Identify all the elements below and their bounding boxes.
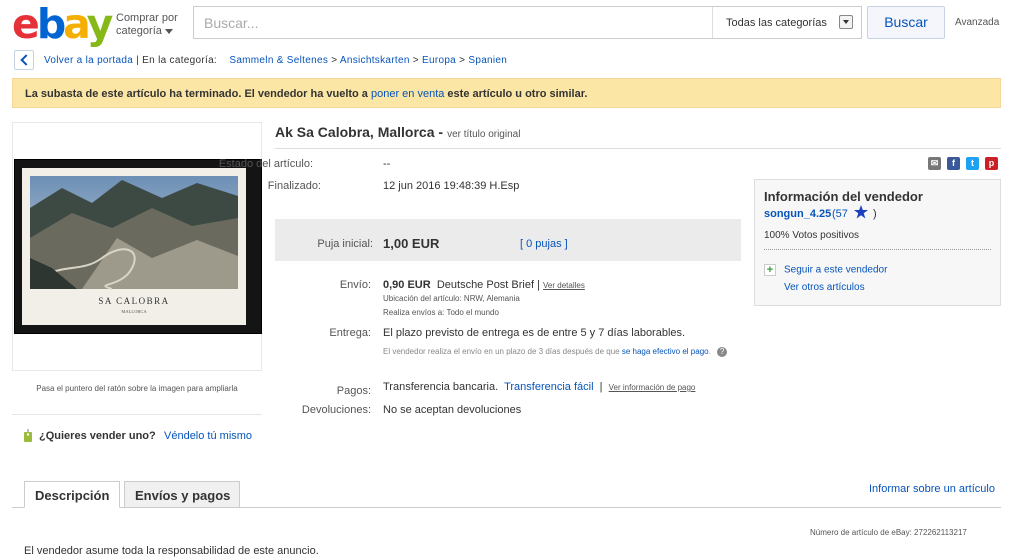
divider	[764, 249, 991, 250]
chevron-down-icon	[164, 28, 173, 34]
breadcrumb-chevron: >	[412, 55, 422, 66]
payments-value: Transferencia bancaria.	[383, 381, 499, 393]
search-input[interactable]	[194, 7, 712, 38]
search-button[interactable]: Buscar	[867, 6, 945, 39]
condition-label: Estado del artículo:	[218, 158, 313, 170]
seller-responsibility-note: El vendedor asume toda la responsabilida…	[24, 545, 319, 557]
category-select-value: Todas las categorías	[726, 17, 827, 29]
dropdown-arrow-icon	[839, 15, 853, 29]
facebook-icon[interactable]: f	[947, 157, 960, 170]
shipping-details-link[interactable]: Ver detalles	[543, 281, 585, 290]
feedback-score-link[interactable]: (57	[832, 208, 848, 220]
sell-question: ¿Quieres vender uno?	[39, 430, 156, 442]
postcard-caption: SA CALOBRA	[98, 296, 169, 306]
delivery-note-end: .	[708, 347, 711, 356]
star-icon	[854, 205, 868, 219]
shipping-service: Deutsche Post Brief |	[436, 279, 540, 291]
divider	[275, 148, 1001, 149]
payment-effective-link[interactable]: se haga efectivo el pago	[622, 347, 709, 356]
logo-letter-e: e	[12, 0, 40, 48]
mountain-landscape-image: SA CALOBRA MALLORCA	[30, 176, 238, 314]
sell-it-link[interactable]: Véndelo tú mismo	[164, 430, 252, 442]
ebay-logo[interactable]: ebay	[12, 0, 114, 48]
breadcrumb-chevron: >	[331, 55, 340, 66]
shop-by-category-label: Comprar por	[116, 12, 178, 24]
condition-value: --	[383, 158, 391, 170]
ended-value: 12 jun 2016 19:48:39 H.Esp	[383, 180, 520, 192]
seller-info-heading: Información del vendedor	[764, 189, 923, 204]
pinterest-icon[interactable]: p	[985, 157, 998, 170]
follow-seller-button[interactable]: + Seguir a este vendedor	[764, 264, 887, 276]
shop-by-category-label-2: categoría	[116, 25, 162, 37]
twitter-icon[interactable]: t	[966, 157, 979, 170]
auction-ended-banner: La subasta de este artículo ha terminado…	[12, 78, 1001, 108]
breadcrumb-category-label: En la categoría:	[142, 55, 218, 66]
email-icon[interactable]: ✉	[928, 157, 941, 170]
delivery-value: El plazo previsto de entrega es de entre…	[383, 327, 686, 339]
returns-value: No se aceptan devoluciones	[383, 404, 522, 416]
delivery-note: El vendedor realiza el envío en un plazo…	[383, 343, 733, 360]
item-number: Número de artículo de eBay: 272262113217	[810, 528, 967, 537]
breadcrumb-item[interactable]: Spanien	[468, 55, 507, 66]
logo-letter-y: y	[86, 0, 114, 48]
start-bid-value: 1,00 EUR	[383, 236, 440, 251]
report-item-link[interactable]: Informar sobre un artículo	[869, 483, 995, 495]
breadcrumb-item[interactable]: Ansichtskarten	[340, 55, 410, 66]
banner-text-end: este artículo u otro similar.	[444, 88, 588, 100]
shipping-label: Envío:	[339, 279, 371, 291]
breadcrumb: Volver a la portada | En la categoría: S…	[44, 55, 507, 67]
breadcrumb-item[interactable]: Europa	[422, 55, 456, 66]
item-location: Ubicación del artículo: NRW, Alemania	[383, 294, 520, 303]
follow-seller-label: Seguir a este vendedor	[784, 264, 888, 276]
payment-info-link[interactable]: Ver información de pago	[609, 383, 696, 392]
positive-feedback: 100% Votos positivos	[764, 230, 860, 241]
logo-letter-a: a	[63, 0, 89, 48]
item-title: Ak Sa Calobra, Mallorca - ver título orig…	[275, 124, 520, 140]
ended-label: Finalizado:	[267, 180, 321, 192]
other-items-link[interactable]: Ver otros artículos	[784, 282, 865, 293]
postcard: SA CALOBRA MALLORCA	[22, 168, 246, 325]
category-select[interactable]: Todas las categorías	[712, 7, 861, 38]
sell-one-box: ¿Quieres vender uno? Véndelo tú mismo	[12, 414, 262, 452]
delivery-label: Entrega:	[329, 327, 371, 339]
delivery-note-text: El vendedor realiza el envío en un plazo…	[383, 347, 620, 356]
shipping-price: 0,90 EUR	[383, 279, 431, 291]
banner-text: La subasta de este artículo ha terminado…	[25, 88, 371, 100]
payments-row: Transferencia bancaria. Transferencia fá…	[383, 381, 695, 393]
shipping-row: 0,90 EUR Deutsche Post Brief | Ver detal…	[383, 279, 585, 291]
relist-link[interactable]: poner en venta	[371, 88, 444, 100]
advanced-search-link[interactable]: Avanzada	[955, 17, 999, 28]
search-bar: Todas las categorías	[193, 6, 862, 39]
start-bid-label: Puja inicial:	[317, 238, 373, 250]
ships-to: Realiza envíos a: Todo el mundo	[383, 308, 499, 317]
tab-shipping-payments[interactable]: Envíos y pagos	[124, 481, 240, 508]
seller-info-box: Información del vendedor songun_4.25 (57…	[754, 179, 1001, 306]
logo-letter-b: b	[36, 0, 66, 48]
breadcrumb-chevron: >	[459, 55, 469, 66]
payments-separator: |	[599, 381, 603, 393]
info-icon[interactable]: ?	[717, 346, 728, 357]
back-arrow-icon[interactable]	[14, 50, 34, 70]
feedback-close: )	[873, 208, 877, 220]
back-to-home-link[interactable]: Volver a la portada	[44, 55, 133, 66]
returns-label: Devoluciones:	[301, 404, 371, 416]
plus-icon: +	[764, 264, 776, 276]
zoom-hint: Pasa el puntero del ratón sobre la image…	[36, 384, 238, 393]
seller-name-link[interactable]: songun_4.25	[764, 208, 831, 220]
payments-label: Pagos:	[336, 385, 371, 397]
shop-by-category-button[interactable]: Comprar por categoría	[116, 12, 178, 38]
item-title-text: Ak Sa Calobra, Mallorca -	[275, 124, 444, 140]
postcard-subcaption: MALLORCA	[121, 309, 147, 314]
tab-description[interactable]: Descripción	[24, 481, 120, 508]
easy-transfer-link[interactable]: Transferencia fácil	[504, 381, 593, 393]
price-tag-icon	[24, 429, 32, 442]
bid-history-link[interactable]: [ 0 pujas ]	[520, 238, 568, 250]
original-title-link[interactable]: ver título original	[447, 129, 520, 140]
breadcrumb-item[interactable]: Sammeln & Seltenes	[229, 55, 328, 66]
